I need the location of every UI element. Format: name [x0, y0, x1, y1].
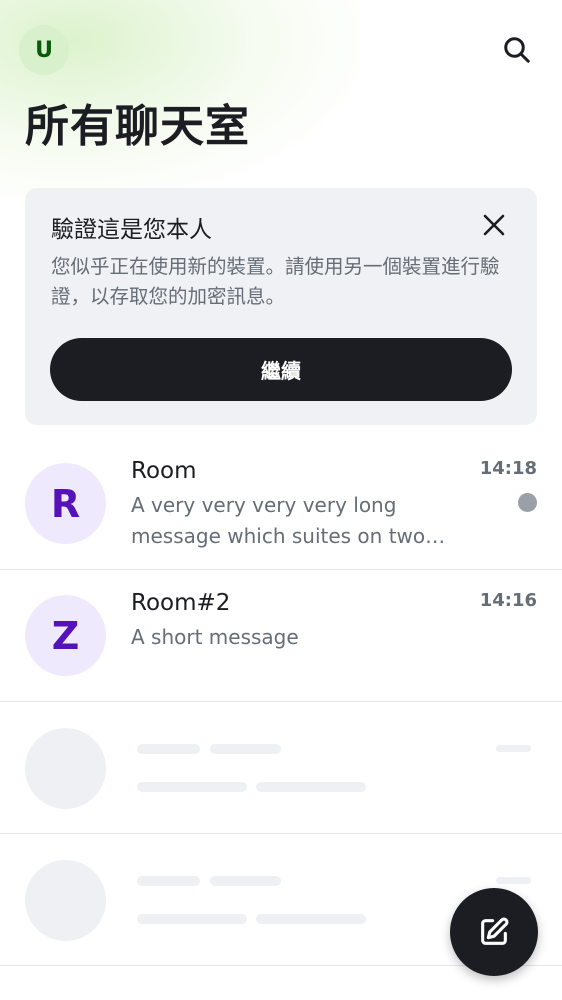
- user-avatar-initial: U: [35, 37, 53, 63]
- room-list-item[interactable]: R Room 14:18 A very very very very long …: [0, 438, 562, 570]
- room-avatar-initial: Z: [51, 613, 80, 658]
- skeleton-bar: [496, 745, 531, 752]
- room-timestamp: 14:16: [479, 590, 537, 611]
- skeleton-bar: [137, 876, 200, 886]
- skeleton-bar: [137, 782, 247, 792]
- skeleton-bar: [210, 876, 281, 886]
- skeleton-bar: [137, 914, 247, 924]
- room-last-message: A very very very very long message which…: [131, 493, 426, 548]
- room-list-item[interactable]: Z Room#2 14:16 A short message: [0, 570, 562, 702]
- room-timestamp: 14:18: [479, 458, 537, 479]
- skeleton-bar: [256, 914, 366, 924]
- room-avatar: Z: [25, 595, 106, 676]
- user-avatar[interactable]: U: [19, 25, 69, 75]
- compose-icon: [481, 917, 509, 945]
- banner-close-button[interactable]: [479, 210, 509, 240]
- compose-button[interactable]: [450, 888, 538, 976]
- banner-title: 驗證這是您本人: [51, 217, 212, 243]
- room-avatar-initial: R: [50, 481, 81, 526]
- skeleton-bar: [256, 782, 366, 792]
- room-avatar: R: [25, 463, 106, 544]
- banner-body: 您似乎正在使用新的裝置。請使用另一個裝置進行驗證，以存取您的加密訊息。: [51, 255, 500, 308]
- page-title: 所有聊天室: [25, 101, 250, 152]
- room-name: Room: [131, 458, 197, 484]
- skeleton-avatar: [25, 860, 106, 941]
- unread-indicator: [518, 493, 537, 512]
- search-button[interactable]: [497, 30, 537, 70]
- verify-banner: 驗證這是您本人 您似乎正在使用新的裝置。請使用另一個裝置進行驗證，以存取您的加密…: [25, 188, 537, 425]
- skeleton-bar: [496, 877, 531, 884]
- room-last-message: A short message: [131, 625, 299, 649]
- skeleton-bar: [137, 744, 200, 754]
- skeleton-avatar: [25, 728, 106, 809]
- room-name: Room#2: [131, 590, 231, 616]
- search-icon: [504, 37, 530, 63]
- close-icon: [483, 214, 505, 236]
- skeleton-bar: [210, 744, 281, 754]
- continue-button[interactable]: 繼續: [50, 338, 512, 401]
- room-skeleton: [0, 702, 562, 834]
